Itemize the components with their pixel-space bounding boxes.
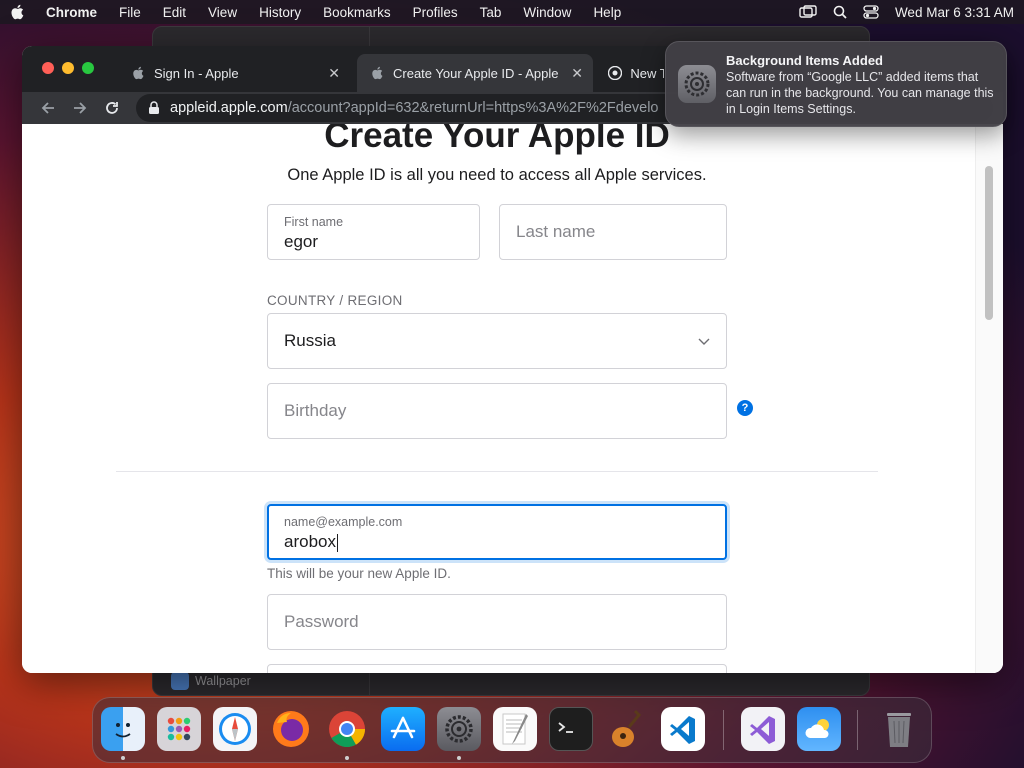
- vscode-icon[interactable]: [661, 707, 705, 751]
- chevron-down-icon: [698, 334, 710, 352]
- last-name-placeholder: Last name: [516, 222, 596, 241]
- menu-bookmarks[interactable]: Bookmarks: [323, 5, 391, 20]
- system-settings-running-dot: [457, 756, 461, 760]
- apple-icon: [130, 65, 146, 81]
- tab-label: Sign In - Apple: [154, 65, 239, 81]
- firefox-icon[interactable]: [269, 707, 313, 751]
- finder-icon[interactable]: [101, 707, 145, 751]
- country-select[interactable]: Russia: [267, 313, 727, 369]
- apple-icon: [369, 65, 385, 81]
- launchpad-icon[interactable]: [157, 707, 201, 751]
- terminal-icon[interactable]: [549, 707, 593, 751]
- country-region-label: COUNTRY / REGION: [267, 293, 403, 308]
- section-divider: [116, 471, 878, 472]
- tab-close-icon[interactable]: ✕: [571, 65, 583, 82]
- weather-icon[interactable]: [797, 707, 841, 751]
- tab-sign-in[interactable]: Sign In - Apple ✕: [118, 54, 350, 92]
- menu-file[interactable]: File: [119, 5, 141, 20]
- page-content: Create Your Apple ID One Apple ID is all…: [22, 124, 1003, 673]
- tab-close-icon[interactable]: ✕: [328, 65, 340, 82]
- menu-profiles[interactable]: Profiles: [413, 5, 458, 20]
- visual-studio-icon[interactable]: [741, 707, 785, 751]
- screen-mirroring-icon[interactable]: [799, 5, 817, 19]
- dock-separator: [723, 710, 724, 750]
- page-subtitle: One Apple ID is all you need to access a…: [287, 166, 707, 184]
- wallpaper-icon: [171, 672, 189, 690]
- email-label: name@example.com: [284, 515, 403, 529]
- menu-bar: Chrome File Edit View History Bookmarks …: [0, 0, 1024, 24]
- forward-button[interactable]: [64, 94, 96, 122]
- email-value-wrap: arobox: [284, 532, 338, 552]
- birthday-help-icon[interactable]: ?: [737, 400, 753, 416]
- notification-title: Background Items Added: [726, 53, 883, 68]
- first-name-field[interactable]: First name egor: [267, 204, 480, 260]
- back-button[interactable]: [32, 94, 64, 122]
- browser-window: Sign In - Apple ✕ Create Your Apple ID -…: [22, 46, 1003, 673]
- chrome-icon: [608, 65, 623, 81]
- textedit-icon[interactable]: [493, 707, 537, 751]
- notification-body: Software from “Google LLC” added items t…: [726, 70, 994, 116]
- site-info-icon[interactable]: [148, 101, 160, 115]
- confirm-password-field[interactable]: [267, 664, 727, 673]
- dock: [92, 697, 932, 763]
- tab-new-tab[interactable]: New T: [596, 54, 676, 92]
- url-host: appleid.apple.com: [170, 100, 288, 116]
- tab-label: New T: [630, 65, 664, 81]
- country-value: Russia: [284, 331, 336, 350]
- minimize-window-button[interactable]: [62, 62, 74, 74]
- background-sidebar-label: Wallpaper: [195, 674, 251, 688]
- safari-icon[interactable]: [213, 707, 257, 751]
- trash-icon[interactable]: [877, 707, 921, 751]
- password-field[interactable]: Password: [267, 594, 727, 650]
- dock-separator: [857, 710, 858, 750]
- last-name-field[interactable]: Last name: [499, 204, 727, 260]
- notification-banner[interactable]: Background Items Added Software from “Go…: [665, 41, 1007, 127]
- finder-running-dot: [121, 756, 125, 760]
- tab-label: Create Your Apple ID - Apple: [393, 65, 559, 81]
- first-name-label: First name: [284, 215, 344, 229]
- reload-button[interactable]: [96, 94, 128, 122]
- page-title: Create Your Apple ID: [324, 124, 670, 155]
- password-placeholder: Password: [284, 612, 359, 631]
- menu-clock[interactable]: Wed Mar 6 3:31 AM: [895, 5, 1014, 20]
- email-value: arobox: [284, 532, 336, 551]
- url-path: /account?appId=632&returnUrl=https%3A%2F…: [287, 100, 659, 116]
- email-hint: This will be your new Apple ID.: [267, 566, 451, 581]
- menu-app-name[interactable]: Chrome: [46, 5, 97, 20]
- menu-view[interactable]: View: [208, 5, 237, 20]
- tab-create-apple-id[interactable]: Create Your Apple ID - Apple ✕: [357, 54, 593, 92]
- system-settings-icon[interactable]: [437, 707, 481, 751]
- spotlight-search-icon[interactable]: [833, 5, 847, 19]
- app-store-icon[interactable]: [381, 707, 425, 751]
- menu-edit[interactable]: Edit: [163, 5, 186, 20]
- first-name-value: egor: [284, 232, 319, 251]
- menu-tab[interactable]: Tab: [480, 5, 502, 20]
- control-center-icon[interactable]: [863, 5, 879, 19]
- birthday-field[interactable]: Birthday: [267, 383, 727, 439]
- system-settings-icon: [678, 65, 716, 103]
- apple-menu-icon[interactable]: [10, 4, 32, 20]
- email-field[interactable]: name@example.com arobox: [267, 504, 727, 560]
- chrome-icon[interactable]: [325, 707, 369, 751]
- garageband-icon[interactable]: [605, 707, 649, 751]
- text-caret: [336, 533, 338, 552]
- chrome-running-dot: [345, 756, 349, 760]
- menu-history[interactable]: History: [259, 5, 301, 20]
- background-sidebar-item: Wallpaper: [171, 672, 251, 690]
- menu-help[interactable]: Help: [593, 5, 621, 20]
- maximize-window-button[interactable]: [82, 62, 94, 74]
- close-window-button[interactable]: [42, 62, 54, 74]
- menu-window[interactable]: Window: [523, 5, 571, 20]
- scrollbar-thumb[interactable]: [985, 166, 993, 320]
- window-controls: [42, 62, 94, 74]
- birthday-placeholder: Birthday: [284, 401, 347, 420]
